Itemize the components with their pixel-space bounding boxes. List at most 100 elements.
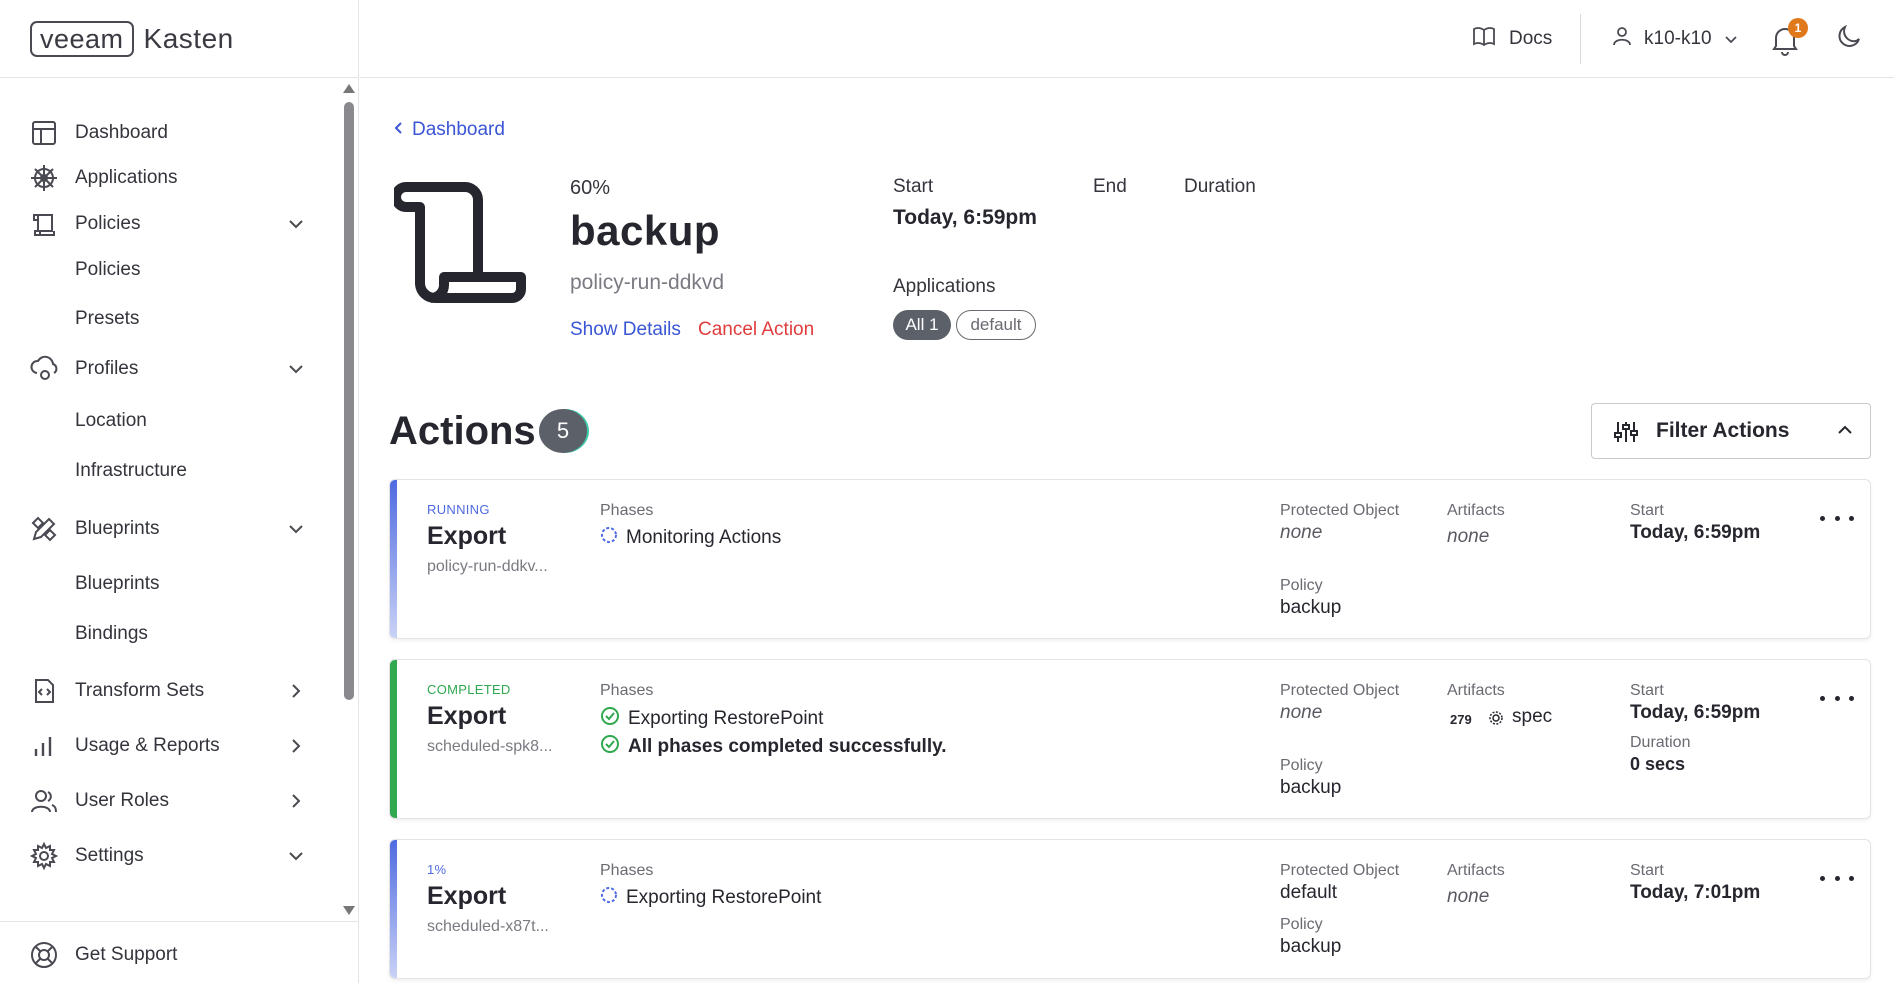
sidebar-item-profiles[interactable]: Profiles xyxy=(0,346,330,392)
action-status: RUNNING xyxy=(427,502,490,517)
sidebar-item-label: Infrastructure xyxy=(75,460,187,481)
veeam-kasten-logo[interactable]: veeam Kasten xyxy=(30,20,234,58)
protected-object-label: Protected Object xyxy=(1280,502,1400,519)
protected-object-value: none xyxy=(1280,522,1323,543)
sidebar-item-label: Blueprints xyxy=(75,518,160,539)
artifacts-value: none xyxy=(1447,886,1490,907)
actions-heading: Actions xyxy=(389,409,536,453)
applications-all-chip[interactable]: All 1 xyxy=(893,310,951,340)
chevron-down-icon[interactable] xyxy=(285,213,307,235)
start-value: Today, 7:01pm xyxy=(1630,882,1761,903)
scroll-up-arrow-icon[interactable] xyxy=(343,84,355,93)
sidebar-subitem-policies[interactable]: Policies xyxy=(0,247,330,293)
sidebar-subitem-presets[interactable]: Presets xyxy=(0,296,330,342)
sidebar-subitem-blueprints[interactable]: Blueprints xyxy=(0,561,330,607)
scroll-thumb[interactable] xyxy=(344,102,354,700)
sidebar-subitem-infrastructure[interactable]: Infrastructure xyxy=(0,448,330,494)
more-options-button[interactable] xyxy=(1820,510,1854,526)
artifacts-value[interactable]: spec xyxy=(1512,706,1552,728)
file-code-icon xyxy=(28,675,60,707)
phase-label: Monitoring Actions xyxy=(626,527,782,548)
chevron-down-icon xyxy=(1724,28,1738,50)
top-bar: Docs k10-k10 1 xyxy=(360,0,1894,78)
action-status: 1% xyxy=(427,862,447,877)
phase-label: All phases completed successfully. xyxy=(628,736,947,757)
sidebar-item-label: Settings xyxy=(75,845,144,866)
sidebar-item-label: Blueprints xyxy=(75,573,160,594)
logo-box: veeam xyxy=(30,21,134,57)
show-details-link[interactable]: Show Details xyxy=(570,319,681,341)
breadcrumb[interactable]: Dashboard xyxy=(394,119,505,141)
policy-label: Policy xyxy=(1280,577,1323,594)
start-label: Start xyxy=(1630,862,1664,879)
breadcrumb-dashboard-link[interactable]: Dashboard xyxy=(412,119,505,141)
chevron-left-icon xyxy=(394,119,404,141)
main-content: Dashboard 60% backup policy-run-ddkvd Sh… xyxy=(360,79,1894,983)
notifications-button[interactable]: 1 xyxy=(1770,18,1808,58)
action-card[interactable]: 1% Export scheduled-x87t... Phases Expor… xyxy=(389,839,1871,979)
sidebar-item-label: Usage & Reports xyxy=(75,735,220,756)
start-label: Start xyxy=(893,176,934,197)
action-status: COMPLETED xyxy=(427,682,511,697)
sidebar-subitem-bindings[interactable]: Bindings xyxy=(0,611,330,657)
action-subtitle: scheduled-spk8... xyxy=(427,738,553,755)
get-support-link[interactable]: Get Support xyxy=(0,932,330,978)
sidebar-item-usage-reports[interactable]: Usage & Reports xyxy=(0,723,330,769)
more-options-button[interactable] xyxy=(1820,870,1854,886)
actions-count-badge: 5 xyxy=(539,409,587,453)
spinner-icon xyxy=(600,886,618,910)
start-value: Today, 6:59pm xyxy=(1630,702,1761,723)
filter-actions-button[interactable]: Filter Actions xyxy=(1591,403,1871,459)
spinner-icon xyxy=(600,526,618,550)
policy-scroll-icon xyxy=(391,179,528,304)
policy-value: backup xyxy=(1280,936,1342,957)
sidebar-scrollbar[interactable] xyxy=(343,84,355,916)
notification-badge: 1 xyxy=(1788,18,1808,38)
more-options-button[interactable] xyxy=(1820,690,1854,706)
book-icon xyxy=(1473,26,1495,52)
scroll-down-arrow-icon[interactable] xyxy=(343,906,355,915)
chevron-right-icon[interactable] xyxy=(285,790,307,812)
docs-link[interactable]: Docs xyxy=(1473,22,1552,56)
dashboard-icon xyxy=(28,117,60,149)
phases-label: Phases xyxy=(600,682,654,699)
sidebar-item-policies[interactable]: Policies xyxy=(0,201,330,247)
action-card[interactable]: RUNNING Export policy-run-ddkv... Phases… xyxy=(389,479,1871,639)
chevron-up-icon xyxy=(1837,422,1853,440)
status-accent-bar xyxy=(390,480,397,638)
chevron-down-icon[interactable] xyxy=(285,358,307,380)
sidebar-item-transform-sets[interactable]: Transform Sets xyxy=(0,668,330,714)
sidebar-item-dashboard[interactable]: Dashboard xyxy=(0,110,330,156)
policy-value: backup xyxy=(1280,597,1342,618)
sidebar-item-settings[interactable]: Settings xyxy=(0,833,330,879)
start-label: Start xyxy=(1630,682,1664,699)
theme-toggle-button[interactable] xyxy=(1836,24,1866,54)
topbar-divider xyxy=(1580,14,1581,64)
start-value: Today, 6:59pm xyxy=(1630,522,1761,543)
sidebar-item-blueprints[interactable]: Blueprints xyxy=(0,506,330,552)
moon-icon xyxy=(1836,24,1862,54)
chevron-right-icon[interactable] xyxy=(285,735,307,757)
applications-default-chip[interactable]: default xyxy=(956,310,1036,340)
cancel-action-link[interactable]: Cancel Action xyxy=(698,319,814,341)
action-title: Export xyxy=(427,522,507,550)
sidebar: veeam Kasten Dashboard Applications Poli… xyxy=(0,0,359,983)
sidebar-divider xyxy=(0,921,359,922)
sidebar-item-applications[interactable]: Applications xyxy=(0,155,330,201)
policy-value: backup xyxy=(1280,777,1342,798)
chevron-right-icon[interactable] xyxy=(285,680,307,702)
policy-label: Policy xyxy=(1280,757,1323,774)
sidebar-item-user-roles[interactable]: User Roles xyxy=(0,778,330,824)
chevron-down-icon[interactable] xyxy=(285,518,307,540)
duration-label: Duration xyxy=(1630,734,1691,751)
user-menu[interactable]: k10-k10 xyxy=(1612,22,1738,56)
filter-actions-label: Filter Actions xyxy=(1656,419,1790,442)
sidebar-item-label: Profiles xyxy=(75,358,139,379)
cloud-settings-icon xyxy=(28,353,60,385)
action-card[interactable]: COMPLETED Export scheduled-spk8... Phase… xyxy=(389,659,1871,819)
policy-label: Policy xyxy=(1280,916,1323,933)
chevron-down-icon[interactable] xyxy=(285,845,307,867)
sidebar-subitem-location[interactable]: Location xyxy=(0,398,330,444)
user-icon xyxy=(1612,26,1632,52)
duration-label: Duration xyxy=(1184,176,1256,197)
